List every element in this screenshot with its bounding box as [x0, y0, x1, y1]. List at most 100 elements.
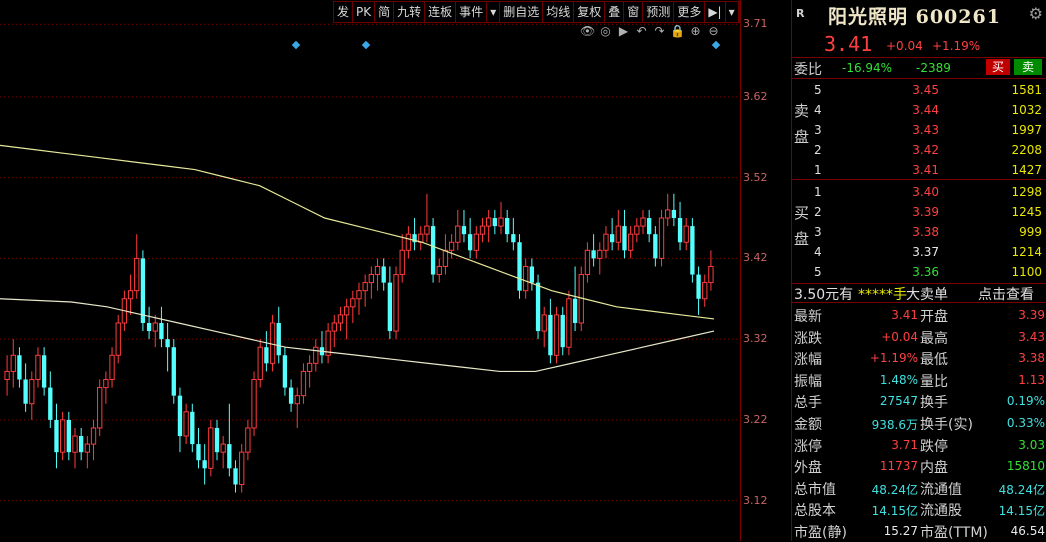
toolbar-item-14[interactable]: ▶|: [705, 2, 726, 22]
asks-row[interactable]: 4 3.44 1032: [812, 100, 1044, 120]
candle-body: [708, 265, 714, 284]
bids-row[interactable]: 5 3.36 1100: [812, 262, 1044, 282]
candle-body: [35, 354, 41, 381]
candle-body: [523, 265, 529, 292]
ask-book: 卖盘 5 3.45 1581 4 3.44 1032 3 3.43 1997 2 3.42 2208 1…: [792, 78, 1046, 178]
candle-body: [584, 249, 591, 276]
toolbar-item-2[interactable]: 简: [375, 2, 395, 22]
bids-row[interactable]: 3 3.38 999: [812, 222, 1044, 242]
stat-label: 总手: [794, 395, 822, 412]
toolbar-item-9[interactable]: 复权: [574, 2, 606, 22]
candle-body: [140, 258, 146, 323]
stat-label: 最新: [794, 309, 822, 325]
buy-button[interactable]: 买: [986, 59, 1010, 75]
buy-side-label: 买盘: [794, 200, 810, 252]
bids-row[interactable]: 4 3.37 1214: [812, 242, 1044, 262]
toolbar-item-10[interactable]: 叠: [605, 2, 625, 22]
candle-body: [671, 209, 677, 219]
toolbar-item-0[interactable]: 发: [334, 2, 354, 22]
candle-body: [442, 249, 449, 267]
event-marker[interactable]: [711, 40, 721, 50]
candle-body: [146, 322, 152, 332]
candlestick-chart[interactable]: [0, 0, 740, 541]
candle-body: [517, 242, 522, 291]
candle-body: [103, 379, 109, 389]
candle-body: [560, 314, 565, 348]
candle-body: [461, 226, 467, 235]
toolbar-item-12[interactable]: 预测: [643, 2, 675, 22]
eye-icon[interactable]: 👁: [580, 24, 595, 38]
redo-icon[interactable]: ↷: [652, 24, 667, 38]
event-marker[interactable]: [291, 40, 301, 50]
candle-body: [473, 233, 479, 251]
bids-price: 3.36: [912, 265, 939, 279]
zoom-in-icon[interactable]: ⊕: [688, 24, 703, 38]
big-order-row: 3.50元有 *****手 大卖单 点击查看: [792, 283, 1046, 303]
candle-body: [467, 234, 473, 251]
candle-body: [603, 233, 609, 251]
asks-row[interactable]: 5 3.45 1581: [812, 80, 1044, 100]
asks-row[interactable]: 2 3.42 2208: [812, 140, 1044, 160]
candle-body: [10, 354, 16, 372]
toolbar-item-3[interactable]: 九转: [394, 2, 426, 22]
gear-icon[interactable]: ⚙: [1029, 4, 1043, 23]
stat-label: 最高: [920, 330, 948, 347]
candle-body: [455, 225, 461, 243]
bids-volume: 1245: [1011, 205, 1042, 219]
asks-row[interactable]: 1 3.41 1427: [812, 160, 1044, 180]
divider: [792, 302, 1046, 303]
candle-body: [535, 282, 541, 332]
bids-volume: 999: [1019, 225, 1042, 239]
candle-body: [29, 379, 35, 405]
y-tick-label: 3.71: [743, 17, 768, 31]
candle-body: [572, 298, 578, 323]
candle-body: [331, 322, 337, 332]
candle-body: [399, 249, 405, 276]
toolbar-item-13[interactable]: 更多: [674, 2, 706, 22]
toolbar-item-6[interactable]: ▾: [487, 2, 501, 22]
candle-body: [177, 395, 183, 437]
sell-button[interactable]: 卖: [1014, 59, 1042, 75]
toolbar-item-4[interactable]: 连板: [425, 2, 457, 22]
stat-label: 换手(实): [920, 417, 973, 433]
toolbar-item-7[interactable]: 删自选: [500, 2, 544, 22]
candle-body: [294, 395, 300, 405]
asks-volume: 1032: [1011, 103, 1042, 117]
candle-body: [17, 355, 22, 380]
candle-body: [245, 427, 251, 453]
stat-value: 14.15亿: [998, 504, 1045, 519]
stat-label: 总股本: [794, 503, 836, 520]
candle-body: [72, 435, 78, 453]
toolbar-item-15[interactable]: ▾: [726, 2, 739, 22]
play-icon[interactable]: ▶: [616, 24, 631, 38]
big-order-link[interactable]: 点击查看: [978, 284, 1034, 304]
stat-value: 0.19%: [1006, 394, 1045, 409]
candle-body: [647, 218, 652, 235]
stat-label: 振幅: [794, 373, 822, 390]
asks-row[interactable]: 3 3.43 1997: [812, 120, 1044, 140]
big-order-desc: 大卖单: [906, 287, 948, 303]
toolbar-item-5[interactable]: 事件: [456, 2, 488, 22]
zoom-out-icon[interactable]: ⊖: [706, 24, 721, 38]
undo-icon[interactable]: ↶: [634, 24, 649, 38]
candle-body: [436, 265, 442, 276]
toolbar-item-11[interactable]: 窗: [624, 2, 644, 22]
stat-value: 3.38: [1018, 351, 1045, 366]
bids-row[interactable]: 1 3.40 1298: [812, 182, 1044, 202]
candle-body: [541, 314, 547, 332]
toolbar-item-8[interactable]: 均线: [543, 2, 575, 22]
bids-price: 3.40: [912, 185, 939, 199]
ma-line-white: [0, 298, 715, 373]
lock-icon[interactable]: 🔒: [670, 24, 685, 38]
lock-alt-icon[interactable]: ◎: [598, 24, 613, 38]
candle-body: [597, 249, 603, 259]
candle-body: [109, 354, 115, 381]
event-marker[interactable]: [361, 40, 371, 50]
asks-volume: 1997: [1011, 123, 1042, 137]
toolbar-item-1[interactable]: PK: [353, 2, 376, 22]
stat-row: 涨停 3.71 跌停 3.03: [792, 434, 1046, 456]
price-change-pct: +1.19%: [932, 39, 981, 53]
bids-row[interactable]: 2 3.39 1245: [812, 202, 1044, 222]
candle-body: [233, 468, 238, 485]
candle-body: [276, 322, 281, 356]
